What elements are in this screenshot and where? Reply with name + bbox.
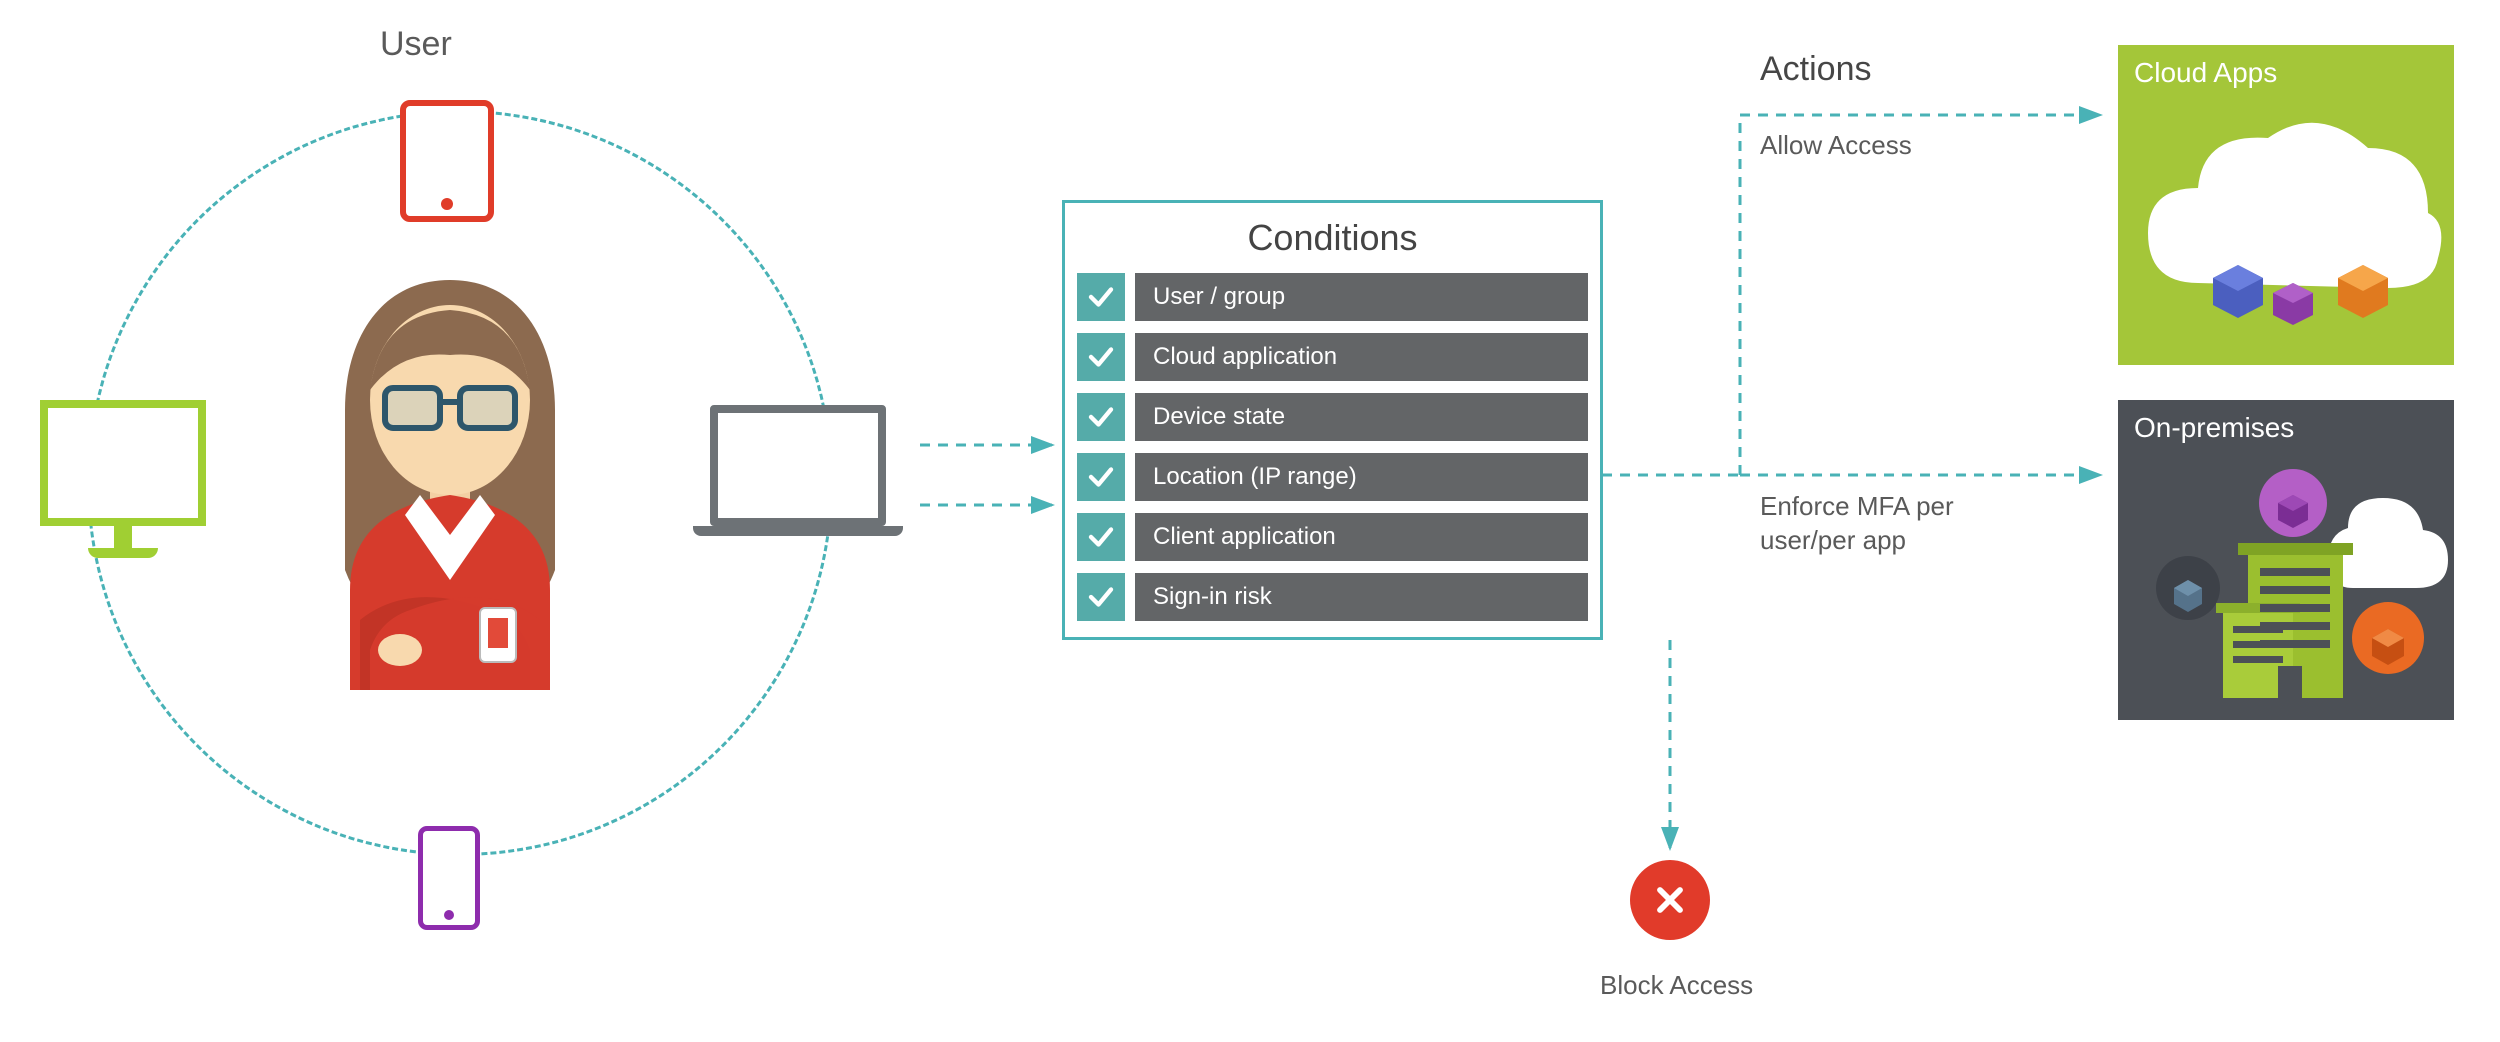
enforce-mfa-label: Enforce MFA per user/per app (1760, 490, 2010, 558)
block-access-label: Block Access (1600, 970, 1753, 1001)
condition-row: Location (IP range) (1077, 453, 1588, 501)
user-avatar (290, 270, 610, 700)
on-premises-label: On-premises (2134, 412, 2438, 444)
actions-label: Actions (1760, 50, 1872, 89)
cloud-apps-label: Cloud Apps (2134, 57, 2438, 89)
conditions-title: Conditions (1065, 217, 1600, 259)
checkmark-icon (1077, 513, 1125, 561)
condition-label: Client application (1135, 513, 1588, 561)
allow-access-label: Allow Access (1760, 130, 1912, 161)
conditions-panel: Conditions User / group Cloud applicatio… (1062, 200, 1603, 640)
user-label: User (380, 25, 452, 64)
cloud-art (2118, 93, 2454, 365)
monitor-icon (40, 400, 206, 558)
checkmark-icon (1077, 573, 1125, 621)
condition-label: Cloud application (1135, 333, 1588, 381)
laptop-icon (710, 405, 903, 536)
block-icon (1630, 860, 1710, 940)
tablet-icon (400, 100, 494, 222)
condition-label: Device state (1135, 393, 1588, 441)
condition-label: Location (IP range) (1135, 453, 1588, 501)
condition-row: Cloud application (1077, 333, 1588, 381)
checkmark-icon (1077, 333, 1125, 381)
condition-label: Sign-in risk (1135, 573, 1588, 621)
diagram-canvas: User Actions Allow Access Enforce MFA pe… (0, 0, 2500, 1042)
condition-row: Device state (1077, 393, 1588, 441)
checkmark-icon (1077, 273, 1125, 321)
cloud-apps-tile: Cloud Apps (2118, 45, 2454, 365)
checkmark-icon (1077, 393, 1125, 441)
on-premises-tile: On-premises (2118, 400, 2454, 720)
checkmark-icon (1077, 453, 1125, 501)
condition-row: Sign-in risk (1077, 573, 1588, 621)
phone-icon (418, 826, 480, 930)
onprem-art (2118, 448, 2454, 720)
condition-row: Client application (1077, 513, 1588, 561)
condition-row: User / group (1077, 273, 1588, 321)
condition-label: User / group (1135, 273, 1588, 321)
